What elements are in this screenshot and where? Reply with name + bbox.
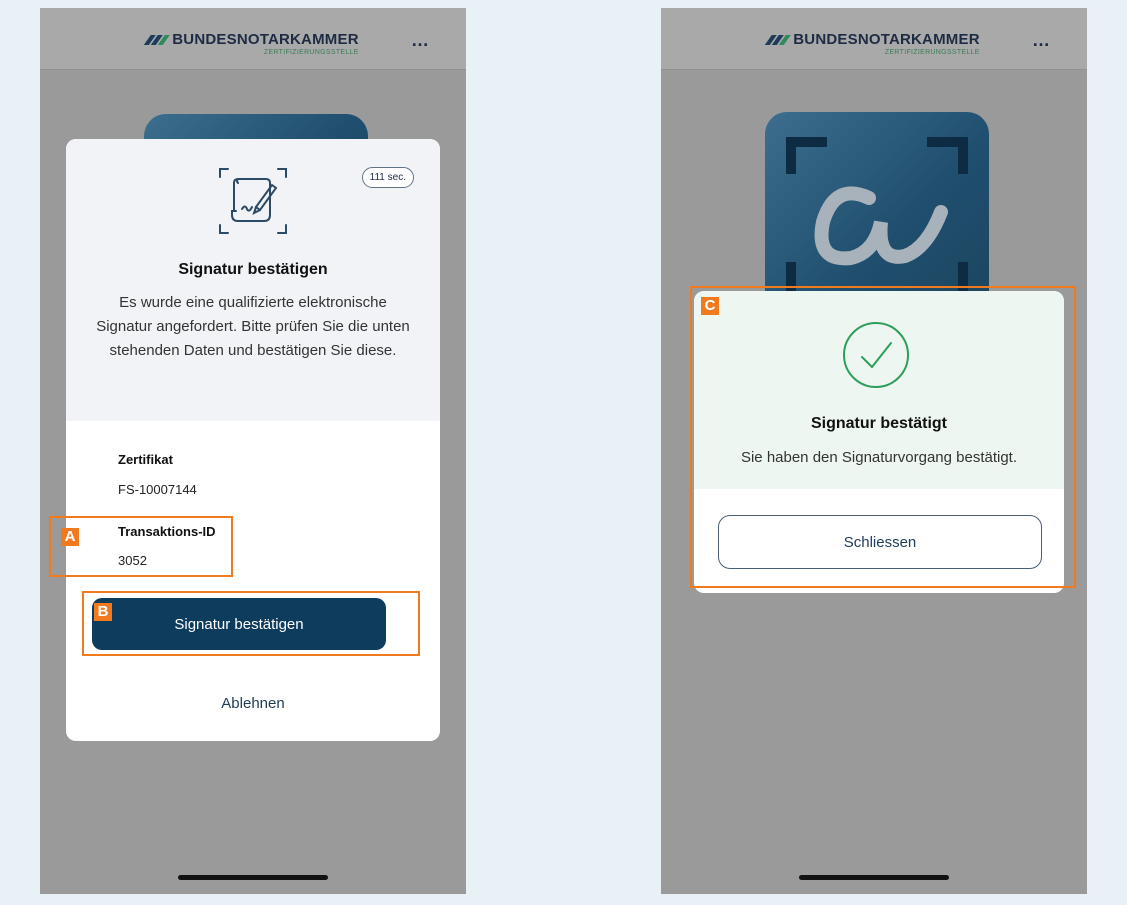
close-button[interactable]: Schliessen <box>718 515 1042 569</box>
home-indicator <box>799 875 949 880</box>
certificate-value: FS-10007144 <box>118 482 197 497</box>
transaction-id-label: Transaktions-ID <box>118 524 216 539</box>
app-header: BUNDESNOTARKAMMER ZERTIFIZIERUNGSSTELLE … <box>40 8 466 70</box>
logo-mark <box>764 35 791 45</box>
brand-name: BUNDESNOTARKAMMER <box>172 31 359 48</box>
logo-mark <box>143 35 170 45</box>
dialog-description: Es wurde eine qualifizierte elektronisch… <box>96 294 410 359</box>
brand-subtitle: ZERTIFIZIERUNGSSTELLE <box>884 49 980 56</box>
logo: BUNDESNOTARKAMMER ZERTIFIZIERUNGSSTELLE <box>143 31 359 57</box>
success-title: Signatur bestätigt <box>810 415 947 432</box>
dialog-header-area: Signatur bestätigt Sie haben den Signatu… <box>694 291 1064 489</box>
phone-screen-confirm: BUNDESNOTARKAMMER ZERTIFIZIERUNGSSTELLE … <box>40 8 466 894</box>
countdown-timer-badge: 111 sec. <box>361 167 414 188</box>
more-dots-icon[interactable]: … <box>1032 30 1051 51</box>
signature-success-dialog: Signatur bestätigt Sie haben den Signatu… <box>694 291 1064 593</box>
certificate-label: Zertifikat <box>118 452 173 467</box>
check-circle-icon <box>843 322 909 388</box>
signature-logo-icon <box>786 137 968 302</box>
document-sign-icon <box>219 168 287 234</box>
signature-confirm-dialog: 111 sec. Signatur bestätigen Es wurde ei… <box>66 139 440 741</box>
dialog-title: Signatur bestätigen <box>178 261 328 278</box>
confirm-signature-button[interactable]: Signatur bestätigen <box>92 598 386 650</box>
phone-screen-success: BUNDESNOTARKAMMER ZERTIFIZIERUNGSSTELLE … <box>661 8 1087 894</box>
brand-subtitle: ZERTIFIZIERUNGSSTELLE <box>263 49 359 56</box>
app-icon-tile <box>765 112 989 312</box>
logo: BUNDESNOTARKAMMER ZERTIFIZIERUNGSSTELLE <box>764 31 980 57</box>
brand-name: BUNDESNOTARKAMMER <box>793 31 980 48</box>
reject-button[interactable]: Ablehnen <box>40 695 466 712</box>
dialog-header-area: 111 sec. Signatur bestätigen Es wurde ei… <box>66 139 440 421</box>
app-header: BUNDESNOTARKAMMER ZERTIFIZIERUNGSSTELLE … <box>661 8 1087 70</box>
transaction-id-value: 3052 <box>118 553 147 568</box>
more-dots-icon[interactable]: … <box>411 30 430 51</box>
success-message: Sie haben den Signaturvorgang bestätigt. <box>740 449 1018 466</box>
home-indicator <box>178 875 328 880</box>
